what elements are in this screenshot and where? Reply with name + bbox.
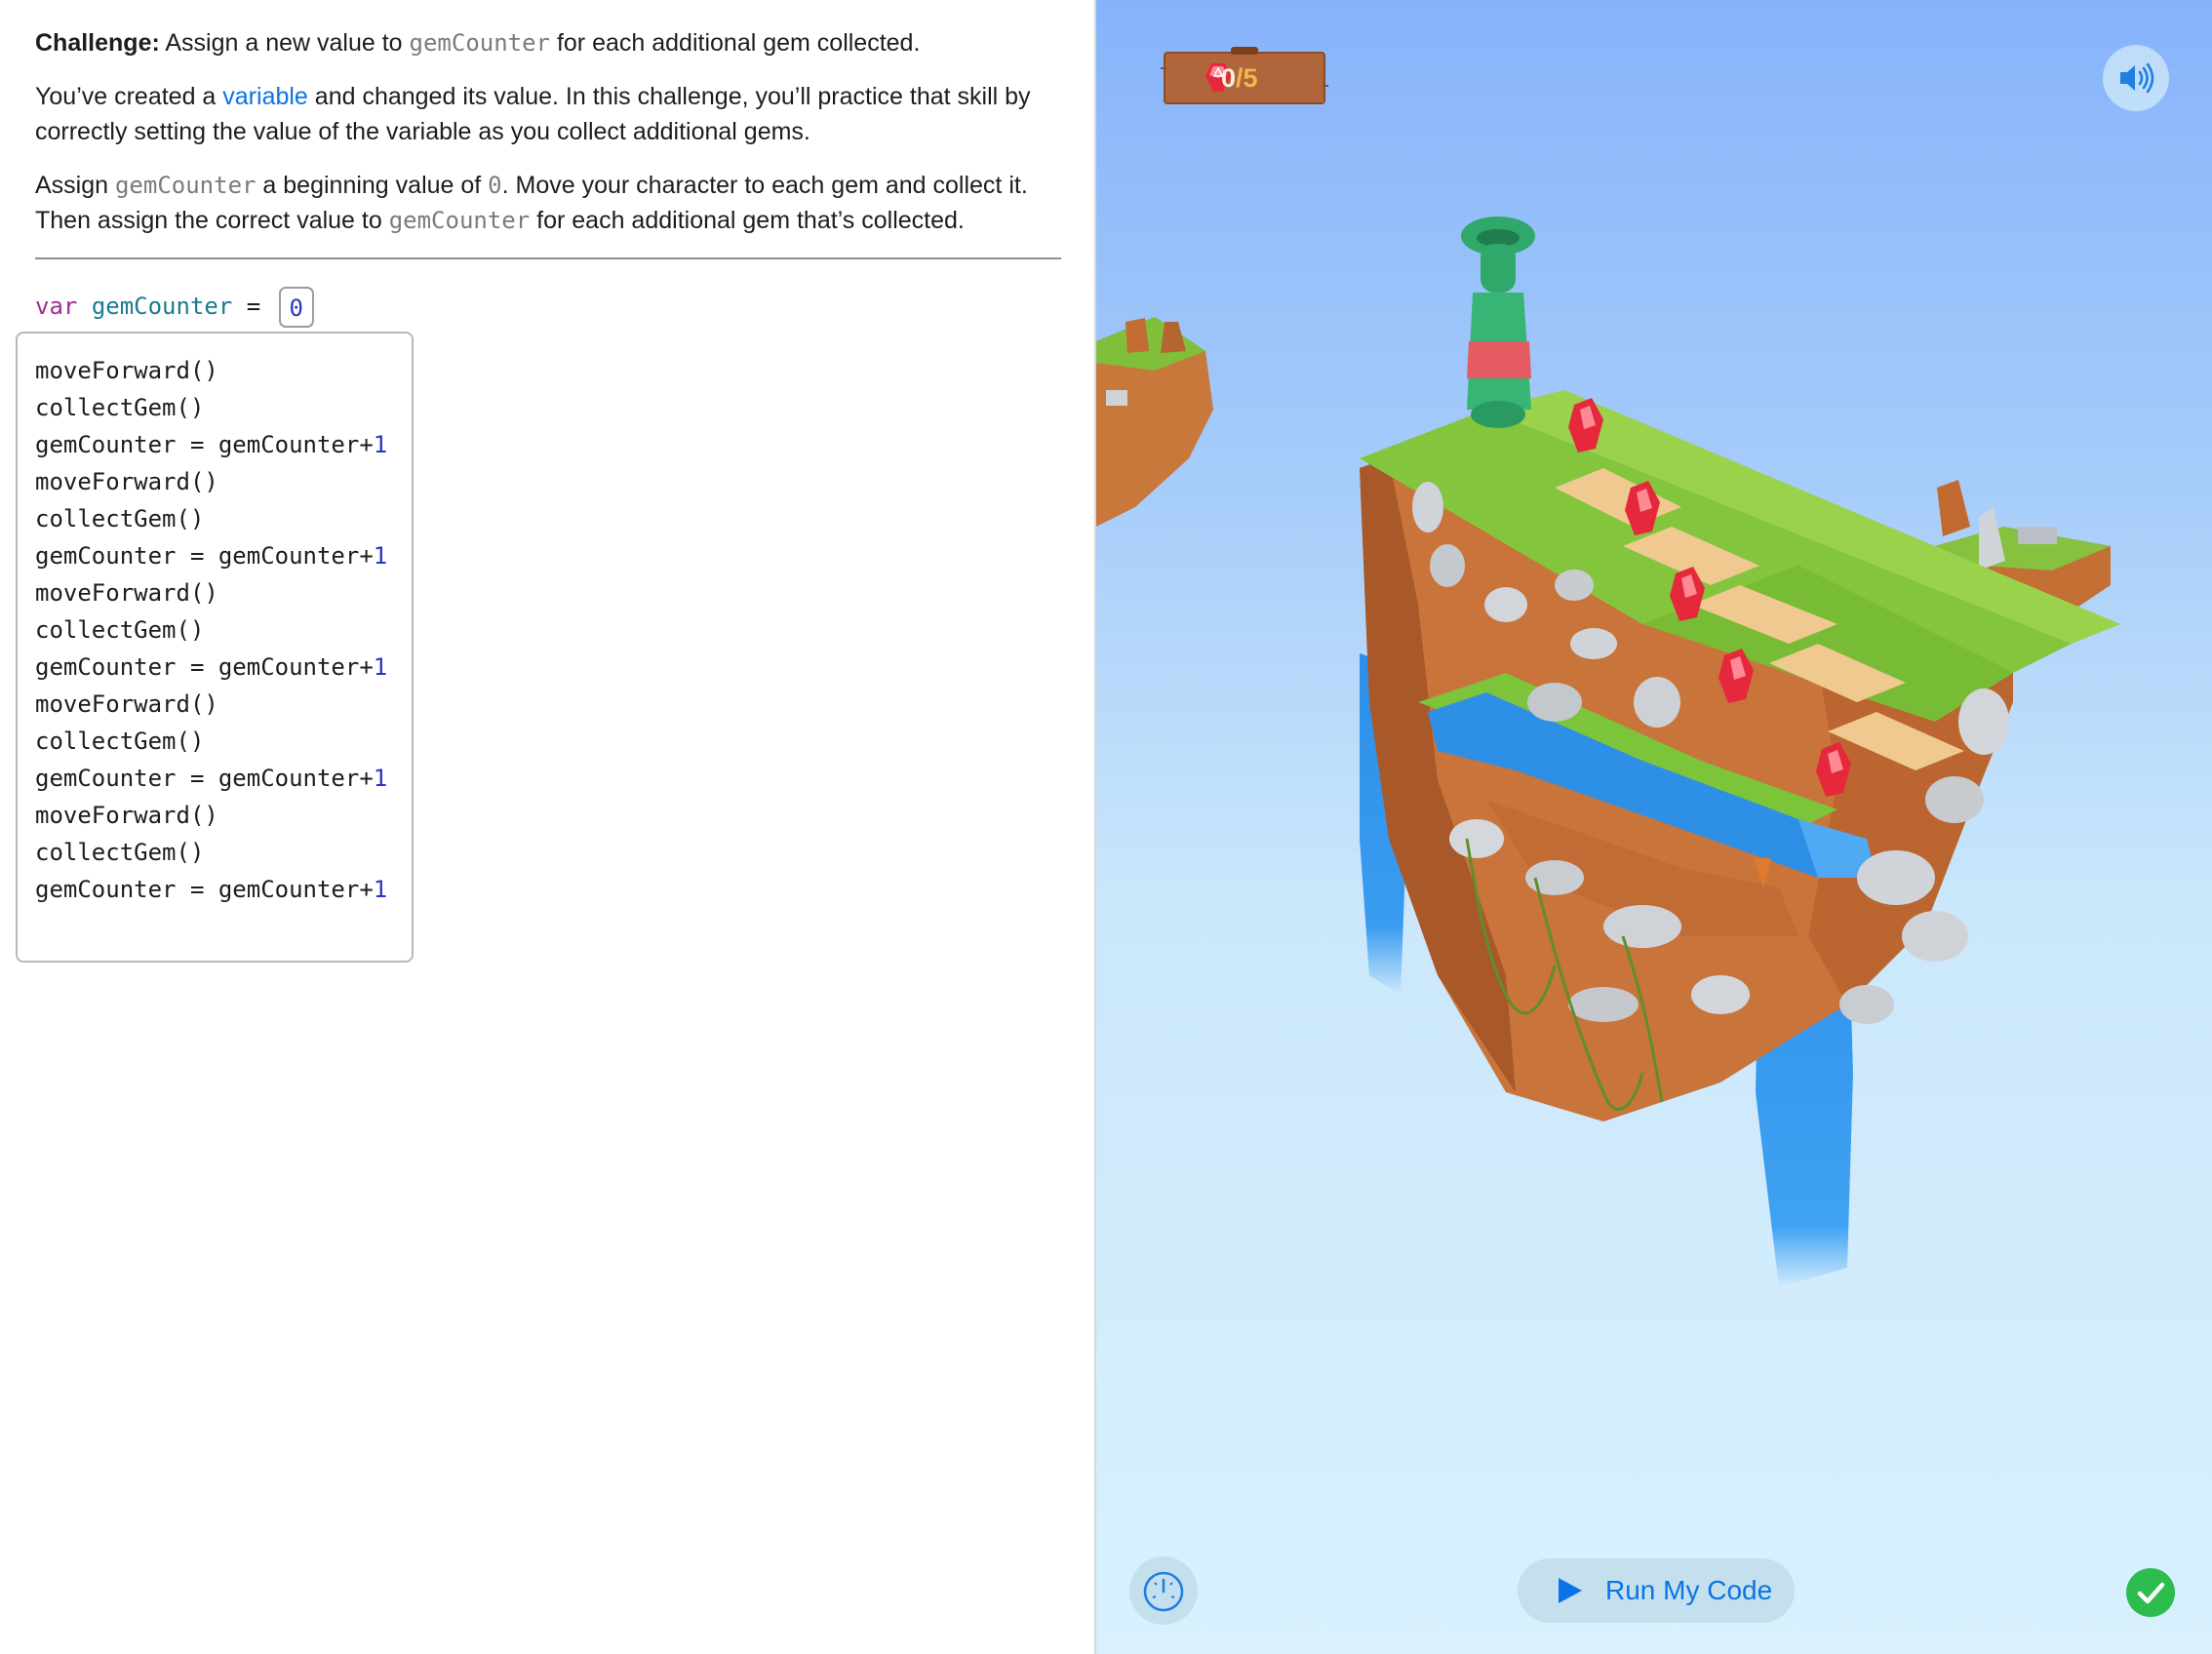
challenge-text: Assign a new value to bbox=[159, 29, 410, 57]
inline-code: gemCounter bbox=[409, 29, 551, 57]
code-text: moveForward() bbox=[35, 357, 218, 384]
speedometer-icon bbox=[1143, 1571, 1184, 1612]
code-line[interactable]: moveForward() bbox=[35, 352, 412, 389]
code-text: collectGem() bbox=[35, 839, 205, 866]
code-line[interactable]: collectGem() bbox=[35, 834, 412, 871]
code-line[interactable]: gemCounter = gemCounter+1 bbox=[35, 426, 412, 463]
code-line[interactable]: gemCounter = gemCounter+1 bbox=[35, 649, 412, 686]
code-text: moveForward() bbox=[35, 579, 218, 607]
code-line[interactable]: moveForward() bbox=[35, 574, 412, 611]
gem-count-label: 0/5 bbox=[1221, 62, 1258, 94]
checkmark-icon bbox=[2137, 1582, 2165, 1604]
intro-paragraph: You’ve created a variable and changed it… bbox=[35, 79, 1069, 149]
challenge-label: Challenge: bbox=[35, 29, 160, 57]
task-paragraph: Assign gemCounter a beginning value of 0… bbox=[35, 168, 1069, 238]
code-text: collectGem() bbox=[35, 505, 205, 532]
live-view: 0/5 Run My Code bbox=[1096, 0, 2212, 1654]
increment-number: 1 bbox=[373, 653, 388, 681]
initial-value-field[interactable]: 0 bbox=[278, 287, 314, 328]
challenge-text: for each additional gem collected. bbox=[550, 29, 921, 57]
code-text: collectGem() bbox=[35, 394, 205, 421]
inline-code: gemCounter bbox=[388, 207, 531, 234]
main-island bbox=[1360, 390, 2120, 1122]
code-editor[interactable]: moveForward() collectGem() gemCounter = ge… bbox=[16, 332, 414, 963]
task-text: for each additional gem that’s collected… bbox=[530, 207, 965, 234]
code-text: moveForward() bbox=[35, 802, 218, 829]
code-text: moveForward() bbox=[35, 690, 218, 718]
code-text: gemCounter = gemCounter+ bbox=[35, 542, 374, 570]
gems-total: /5 bbox=[1236, 63, 1258, 93]
code-text: collectGem() bbox=[35, 616, 205, 644]
player-character bbox=[1461, 217, 1535, 428]
run-button-label: Run My Code bbox=[1605, 1575, 1773, 1605]
play-icon bbox=[1559, 1578, 1582, 1603]
speed-button[interactable] bbox=[1129, 1556, 1198, 1625]
code-text: gemCounter = gemCounter+ bbox=[35, 876, 374, 903]
task-text: a beginning value of bbox=[256, 172, 489, 199]
inline-code: gemCounter bbox=[114, 172, 257, 199]
increment-number: 1 bbox=[373, 431, 388, 458]
gems-collected: 0 bbox=[1221, 63, 1237, 93]
variable-link[interactable]: variable bbox=[222, 83, 308, 110]
status-button[interactable] bbox=[2126, 1568, 2175, 1617]
intro-text: You’ve created a bbox=[35, 83, 223, 110]
code-line[interactable]: gemCounter = gemCounter+1 bbox=[35, 871, 412, 908]
code-line[interactable]: moveForward() bbox=[35, 463, 412, 500]
increment-number: 1 bbox=[373, 876, 388, 903]
code-text: gemCounter = gemCounter+ bbox=[35, 431, 374, 458]
run-my-code-button[interactable]: Run My Code bbox=[1518, 1558, 1795, 1623]
var-keyword: var bbox=[35, 293, 78, 320]
code-line[interactable]: moveForward() bbox=[35, 797, 412, 834]
code-text: moveForward() bbox=[35, 468, 218, 495]
code-line[interactable]: collectGem() bbox=[35, 389, 412, 426]
code-text: gemCounter = gemCounter+ bbox=[35, 765, 374, 792]
instructions-pane: Challenge: Assign a new value to gemCoun… bbox=[0, 0, 1094, 1654]
divider-rule bbox=[35, 257, 1061, 259]
code-line[interactable]: collectGem() bbox=[35, 500, 412, 537]
increment-number: 1 bbox=[373, 542, 388, 570]
code-line[interactable]: collectGem() bbox=[35, 611, 412, 649]
code-line[interactable]: gemCounter = gemCounter+1 bbox=[35, 760, 412, 797]
speaker-icon bbox=[2120, 62, 2154, 94]
variable-declaration: var gemCounter = 0 bbox=[35, 285, 314, 328]
assign-operator: = bbox=[246, 293, 261, 320]
code-line[interactable]: gemCounter = gemCounter+1 bbox=[35, 537, 412, 574]
left-island bbox=[1096, 317, 1213, 527]
challenge-paragraph: Challenge: Assign a new value to gemCoun… bbox=[35, 25, 1069, 60]
task-text: Assign bbox=[35, 172, 115, 199]
sound-button[interactable] bbox=[2103, 45, 2169, 111]
code-line[interactable]: collectGem() bbox=[35, 723, 412, 760]
variable-name: gemCounter bbox=[91, 293, 233, 320]
code-text: collectGem() bbox=[35, 728, 205, 755]
code-text: gemCounter = gemCounter+ bbox=[35, 653, 374, 681]
puzzle-world-scene bbox=[1096, 217, 2120, 1287]
inline-code: 0 bbox=[488, 172, 502, 199]
increment-number: 1 bbox=[373, 765, 388, 792]
code-line[interactable]: moveForward() bbox=[35, 686, 412, 723]
